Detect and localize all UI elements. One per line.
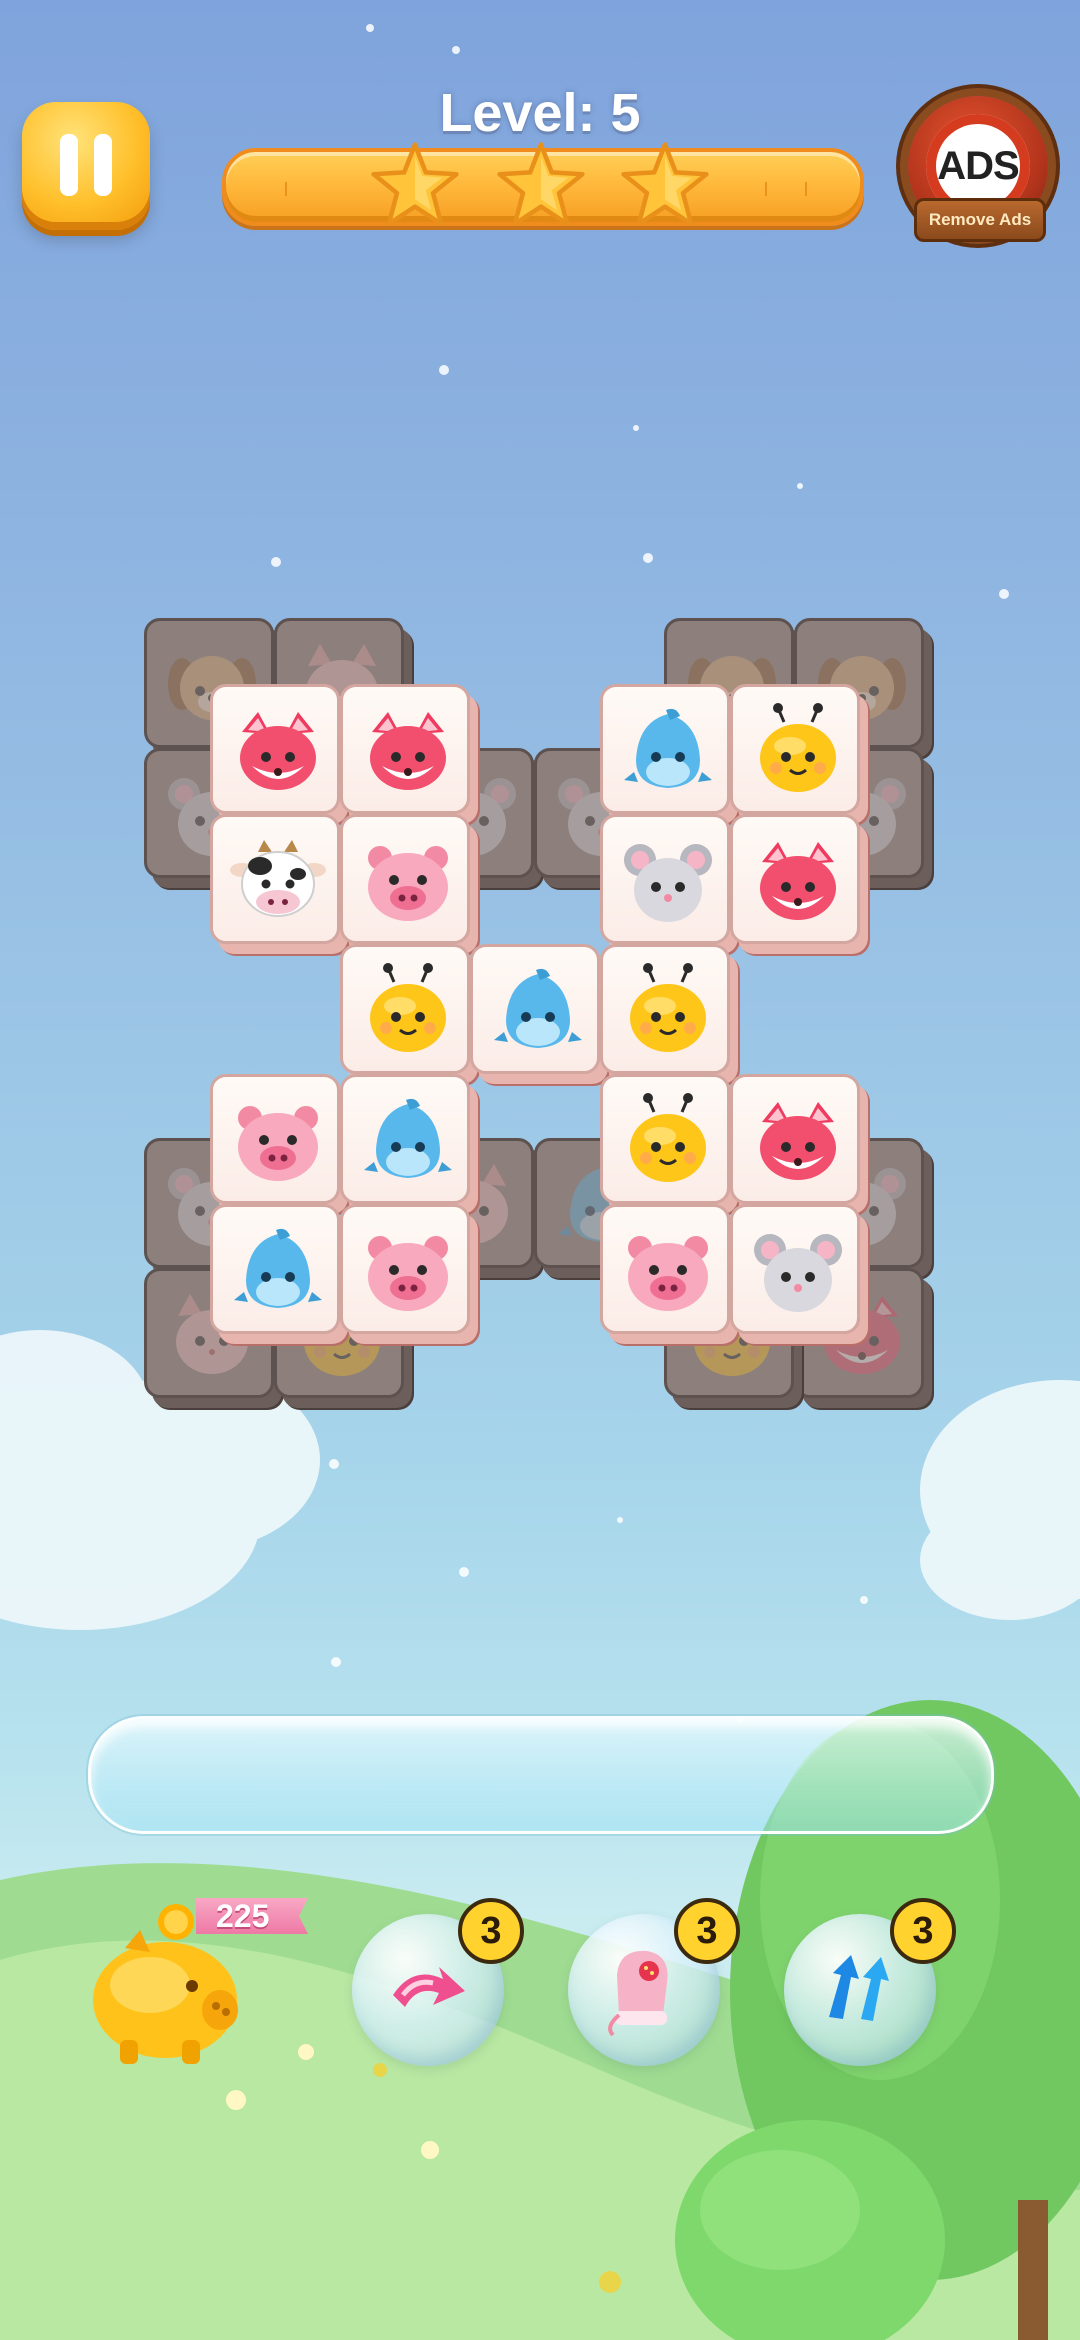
fox-icon bbox=[240, 712, 316, 790]
bee-icon bbox=[760, 703, 836, 792]
cow-icon bbox=[230, 840, 326, 917]
tile-fox[interactable] bbox=[210, 684, 340, 814]
tile-pig[interactable] bbox=[340, 1204, 470, 1334]
tile-fox[interactable] bbox=[340, 684, 470, 814]
tile-tray bbox=[88, 1716, 994, 1834]
dolphin-icon bbox=[364, 1098, 452, 1178]
tile-pig[interactable] bbox=[340, 814, 470, 944]
fox-icon bbox=[760, 842, 836, 920]
pig-icon bbox=[368, 1236, 448, 1311]
tile-bee[interactable] bbox=[600, 1074, 730, 1204]
shuffle-count-badge: 3 bbox=[890, 1898, 956, 1964]
ads-icon-text: ADS bbox=[937, 144, 1019, 188]
tile-bee[interactable] bbox=[730, 684, 860, 814]
fox-icon bbox=[760, 1102, 836, 1180]
remove-ads-label[interactable]: Remove Ads bbox=[914, 198, 1046, 242]
coin-counter: 225 bbox=[196, 1898, 308, 1934]
tile-dolphin[interactable] bbox=[210, 1204, 340, 1334]
tile-bee[interactable] bbox=[600, 944, 730, 1074]
tile-fox[interactable] bbox=[730, 814, 860, 944]
star-icon bbox=[497, 142, 585, 226]
tile-cow[interactable] bbox=[210, 814, 340, 944]
mouse-icon bbox=[754, 1234, 842, 1312]
tile-mouse[interactable] bbox=[730, 1204, 860, 1334]
undo-count-badge: 3 bbox=[458, 1898, 524, 1964]
tile-pig[interactable] bbox=[210, 1074, 340, 1204]
fox-icon bbox=[370, 712, 446, 790]
magic-glove-count-badge: 3 bbox=[674, 1898, 740, 1964]
mouse-icon bbox=[624, 844, 712, 922]
pig-icon bbox=[628, 1236, 708, 1311]
tile-pig[interactable] bbox=[600, 1204, 730, 1334]
star-icon bbox=[371, 142, 459, 226]
dolphin-icon bbox=[494, 968, 582, 1048]
tile-fox[interactable] bbox=[730, 1074, 860, 1204]
dolphin-icon bbox=[234, 1228, 322, 1308]
star-icon bbox=[621, 142, 709, 226]
bee-icon bbox=[630, 1093, 706, 1182]
tile-dolphin[interactable] bbox=[600, 684, 730, 814]
dolphin-icon bbox=[624, 708, 712, 788]
bee-icon bbox=[630, 963, 706, 1052]
tile-dolphin[interactable] bbox=[340, 1074, 470, 1204]
tile-dolphin[interactable] bbox=[470, 944, 600, 1074]
pig-icon bbox=[238, 1106, 318, 1181]
tile-bee[interactable] bbox=[340, 944, 470, 1074]
bee-icon bbox=[370, 963, 446, 1052]
pig-icon bbox=[368, 846, 448, 921]
tile-mouse[interactable] bbox=[600, 814, 730, 944]
